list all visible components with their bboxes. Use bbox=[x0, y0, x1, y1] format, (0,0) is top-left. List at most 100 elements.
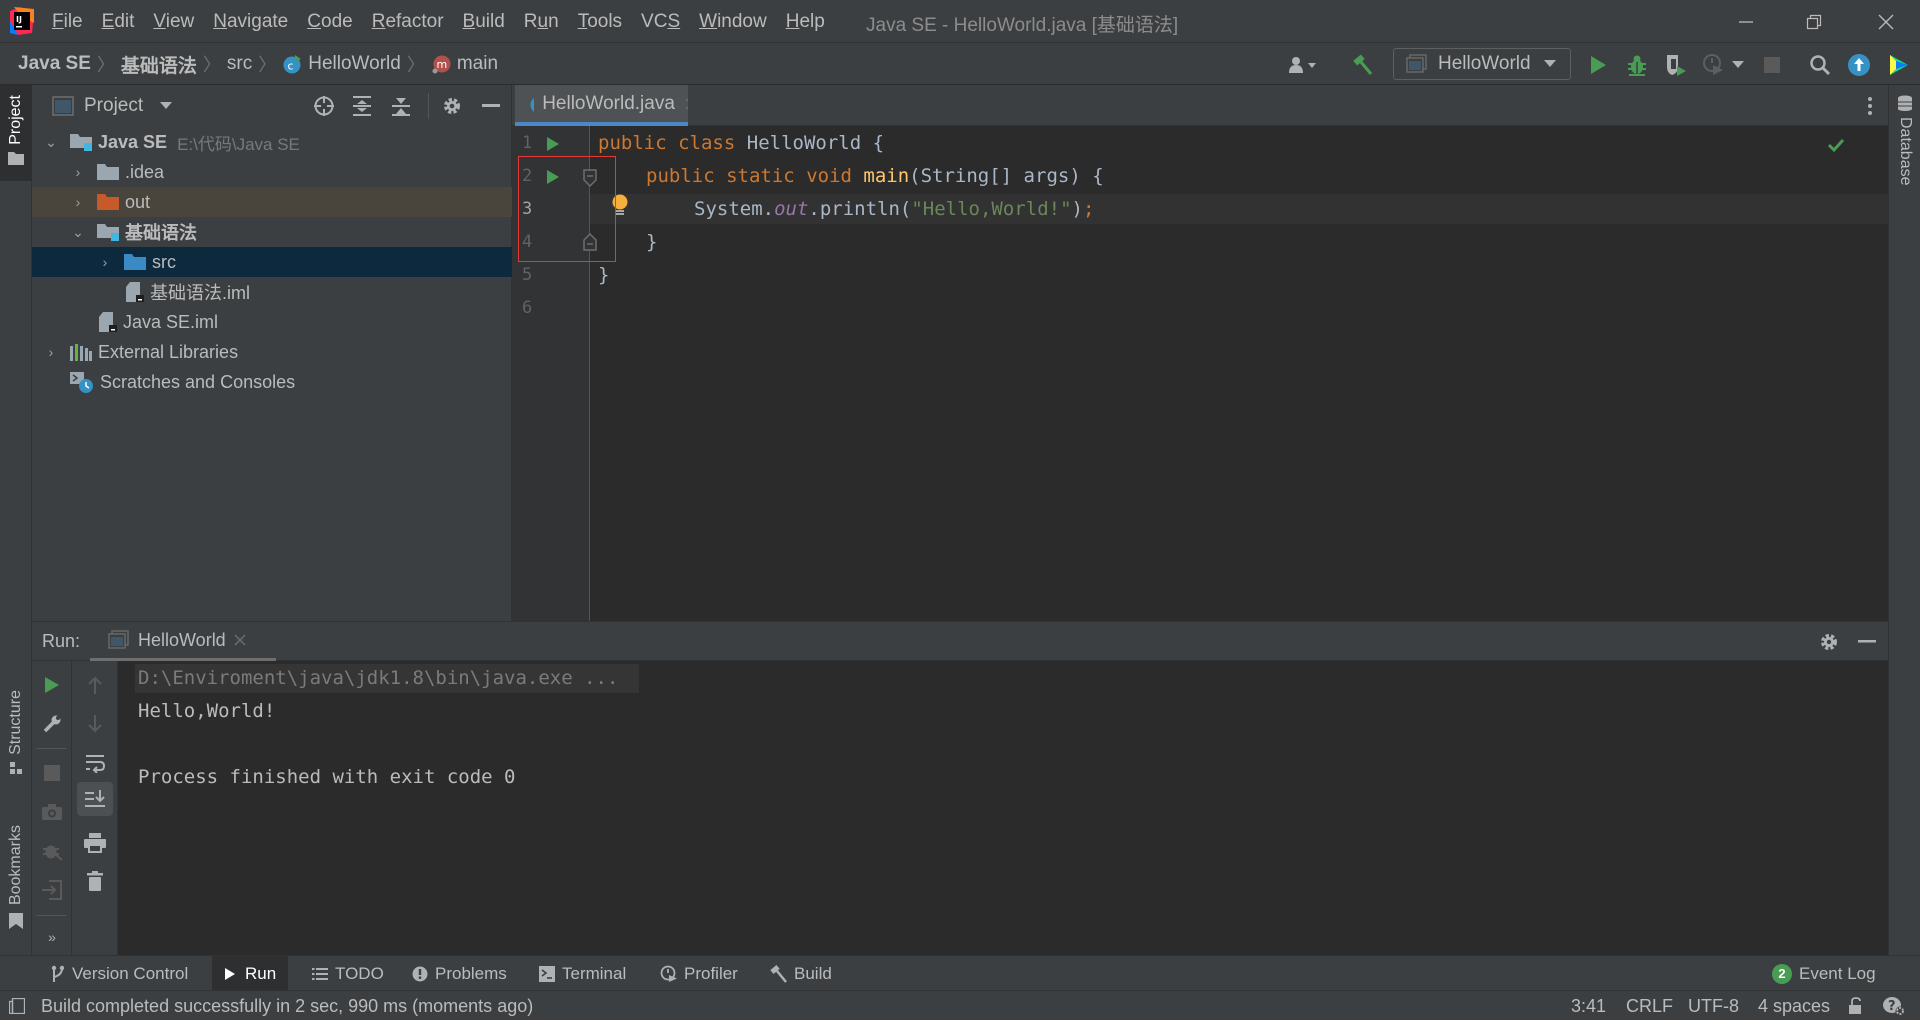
soft-wrap-button[interactable] bbox=[81, 749, 109, 777]
more-run-options[interactable] bbox=[1729, 51, 1747, 79]
run-configuration-selector[interactable]: HelloWorld bbox=[1393, 48, 1571, 80]
file-encoding[interactable]: UTF-8 bbox=[1688, 991, 1739, 1020]
tool-build[interactable]: Build bbox=[762, 956, 840, 991]
more-actions-button[interactable]: » bbox=[38, 923, 66, 951]
profiler-icon bbox=[1703, 54, 1723, 75]
code-editor[interactable]: 1 2 3 4 5 6 public class HelloWorld { pu… bbox=[512, 126, 1888, 621]
libraries-icon bbox=[70, 344, 92, 361]
minimize-button[interactable] bbox=[1716, 0, 1776, 43]
menu-edit[interactable]: Edit bbox=[102, 11, 135, 33]
svg-text:m: m bbox=[436, 58, 447, 71]
tree-item-module[interactable]: ⌄ 基础语法 bbox=[32, 217, 512, 247]
tool-label: Build bbox=[794, 963, 832, 983]
breadcrumb-class[interactable]: HelloWorld bbox=[308, 53, 401, 75]
tool-terminal[interactable]: Terminal bbox=[531, 956, 634, 991]
unlock-icon[interactable] bbox=[1848, 997, 1864, 1015]
chevron-down-icon[interactable] bbox=[159, 101, 173, 111]
chevron-right-icon[interactable]: › bbox=[98, 254, 112, 270]
project-tool-button[interactable]: Project bbox=[0, 85, 32, 181]
clear-all-button[interactable] bbox=[81, 867, 109, 895]
tree-item-label: Scratches and Consoles bbox=[100, 371, 296, 392]
search-everywhere-button[interactable] bbox=[1806, 51, 1834, 79]
menu-file[interactable]: File bbox=[52, 11, 83, 33]
chevron-right-icon[interactable]: › bbox=[44, 344, 58, 360]
indent-setting[interactable]: 4 spaces bbox=[1758, 991, 1830, 1020]
wrench-icon bbox=[43, 715, 61, 733]
menu-window[interactable]: Window bbox=[699, 11, 767, 33]
menu-help[interactable]: Help bbox=[786, 11, 825, 33]
edit-configuration-button[interactable] bbox=[38, 710, 66, 738]
chevron-right-icon[interactable]: › bbox=[71, 164, 85, 180]
menu-view[interactable]: View bbox=[153, 11, 194, 33]
breadcrumb-src[interactable]: src bbox=[227, 53, 252, 75]
tree-item-module-iml[interactable]: 基础语法.iml bbox=[32, 277, 512, 307]
database-tool-button[interactable]: Database bbox=[1889, 95, 1920, 205]
tool-todo[interactable]: TODO bbox=[304, 956, 392, 991]
chevron-down-icon[interactable]: ⌄ bbox=[44, 134, 58, 150]
build-button[interactable] bbox=[1349, 51, 1377, 79]
tool-profiler[interactable]: Profiler bbox=[652, 956, 746, 991]
tree-item-project-iml[interactable]: Java SE.iml bbox=[32, 307, 512, 337]
code-with-me-button[interactable] bbox=[1884, 51, 1912, 79]
run-tab-helloworld[interactable]: HelloWorld bbox=[90, 622, 276, 662]
run-gutter-icon[interactable] bbox=[546, 136, 560, 152]
structure-tool-button[interactable]: Structure bbox=[0, 690, 32, 790]
breadcrumb-method[interactable]: main bbox=[457, 53, 498, 75]
chevron-down-icon[interactable]: ⌄ bbox=[71, 224, 85, 240]
inspection-settings-icon[interactable]: ? bbox=[1882, 995, 1906, 1017]
code-line-4: } bbox=[646, 231, 658, 253]
restore-button[interactable] bbox=[1784, 0, 1844, 43]
menu-refactor[interactable]: Refactor bbox=[372, 11, 444, 33]
tree-item-scratches[interactable]: Scratches and Consoles bbox=[32, 367, 512, 397]
tool-event-log[interactable]: 2 Event Log bbox=[1764, 956, 1884, 991]
project-view-title[interactable]: Project bbox=[84, 95, 143, 117]
gear-icon[interactable] bbox=[441, 95, 463, 117]
collapse-all-icon[interactable] bbox=[391, 95, 411, 117]
menu-run[interactable]: Run bbox=[524, 11, 559, 33]
line-separator[interactable]: CRLF bbox=[1626, 991, 1673, 1020]
vcs-user-button[interactable] bbox=[1288, 51, 1316, 79]
scroll-to-end-button[interactable] bbox=[77, 782, 113, 816]
warning-circle-icon bbox=[412, 966, 428, 981]
hide-panel-icon[interactable] bbox=[482, 104, 500, 108]
tool-version-control[interactable]: Version Control bbox=[43, 956, 196, 991]
rerun-button[interactable] bbox=[38, 671, 66, 699]
close-tab-icon[interactable] bbox=[234, 634, 246, 646]
tree-item-label: 基础语法.iml bbox=[150, 283, 250, 303]
print-button[interactable] bbox=[81, 829, 109, 857]
breadcrumb-module[interactable]: 基础语法 bbox=[121, 51, 197, 78]
menu-vcs[interactable]: VCS bbox=[641, 11, 680, 33]
debug-button[interactable] bbox=[1623, 51, 1651, 79]
toggle-tool-windows-icon[interactable] bbox=[9, 998, 25, 1014]
run-button[interactable] bbox=[1584, 51, 1612, 79]
update-button[interactable] bbox=[1845, 51, 1873, 79]
close-tab-icon[interactable] bbox=[685, 98, 688, 110]
tree-item-src[interactable]: › src bbox=[32, 247, 512, 277]
tool-problems[interactable]: Problems bbox=[404, 956, 515, 991]
tree-item-external-libraries[interactable]: › External Libraries bbox=[32, 337, 512, 367]
chevron-right-icon[interactable]: › bbox=[71, 194, 85, 210]
tree-item-idea[interactable]: › .idea bbox=[32, 157, 512, 187]
run-with-coverage-button[interactable] bbox=[1662, 51, 1690, 79]
locate-file-icon[interactable] bbox=[313, 95, 335, 117]
menu-build[interactable]: Build bbox=[463, 11, 505, 33]
menu-code[interactable]: Code bbox=[307, 11, 352, 33]
more-options-icon[interactable] bbox=[1867, 96, 1873, 116]
status-message[interactable]: Build completed successfully in 2 sec, 9… bbox=[41, 991, 533, 1020]
tree-item-out[interactable]: › out bbox=[32, 187, 512, 217]
breadcrumb-project[interactable]: Java SE bbox=[18, 53, 91, 75]
gear-icon[interactable] bbox=[1819, 632, 1839, 652]
caret-position[interactable]: 3:41 bbox=[1571, 991, 1606, 1020]
code-line-5: } bbox=[598, 264, 610, 286]
menu-tools[interactable]: Tools bbox=[578, 11, 622, 33]
bookmarks-tool-button[interactable]: Bookmarks bbox=[0, 825, 32, 935]
tool-run[interactable]: Run bbox=[212, 956, 289, 991]
menu-navigate[interactable]: Navigate bbox=[213, 11, 288, 33]
close-window-button[interactable] bbox=[1856, 0, 1916, 43]
expand-all-icon[interactable] bbox=[352, 95, 372, 117]
hide-panel-icon[interactable] bbox=[1858, 640, 1876, 644]
scratches-icon bbox=[70, 372, 93, 393]
console-command-line[interactable]: D:\Enviroment\java\jdk1.8\bin\java.exe .… bbox=[138, 667, 618, 689]
tree-item-project-root[interactable]: ⌄ Java SE E:\代码\Java SE bbox=[32, 127, 512, 157]
editor-tab-helloworld[interactable]: c HelloWorld.java bbox=[515, 85, 688, 126]
